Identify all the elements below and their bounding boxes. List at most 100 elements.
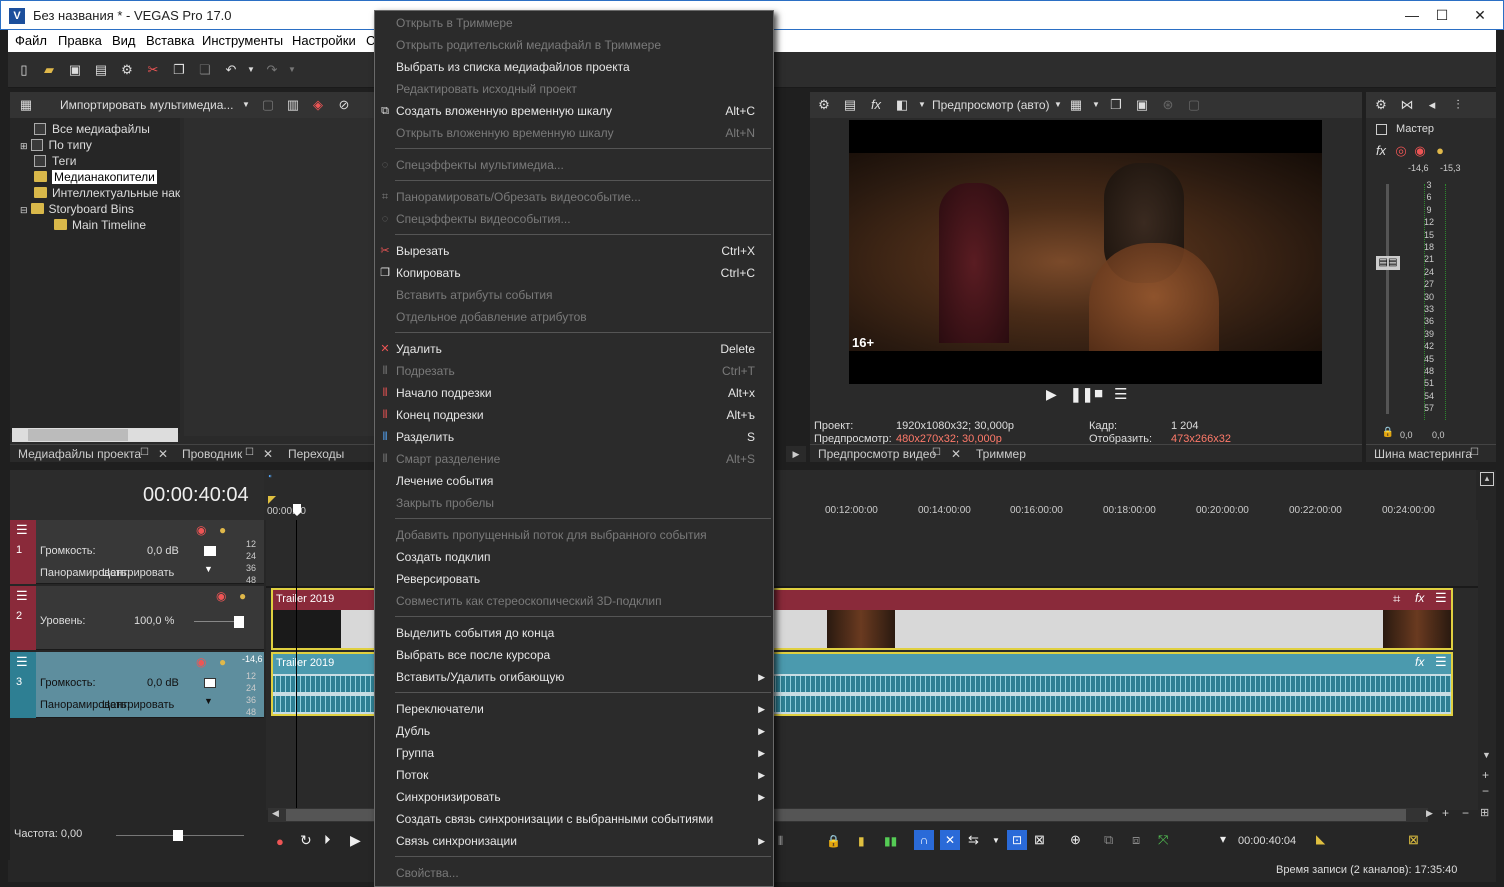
quality-dropdown-icon[interactable]: ▼ [1050,97,1066,113]
loop-playback-icon[interactable]: ↻ [300,832,312,849]
overlays-dropdown-icon[interactable]: ▼ [1088,97,1104,113]
clip-menu-icon[interactable]: ☰ [1435,590,1447,606]
tree-by-type[interactable]: ⊞ По типу [20,137,92,153]
properties-gear-icon[interactable]: ⚙ [119,62,135,78]
loop-marker-icon[interactable]: ⁌ [268,472,272,481]
capture-icon[interactable]: ▥ [285,97,301,113]
zoom-out-icon[interactable]: − [1482,784,1489,798]
track-solo-icon[interactable]: ● [219,655,226,669]
track-2-header[interactable]: ☰ 2 ◉ ● Уровень: 100,0 % [10,586,264,650]
rate-slider-handle[interactable] [173,830,183,841]
mute-icon[interactable]: ◉ [1412,143,1428,159]
auto-crossfade-icon[interactable]: ✕ [940,830,960,850]
open-folder-icon[interactable]: ▰ [41,62,57,78]
panel-scroll-right-icon[interactable]: ▶ [786,446,806,462]
menu-file[interactable]: Файл [15,33,47,48]
context-menu-item[interactable]: Создать подклип [375,546,773,568]
crop-icon[interactable]: ⌗ [1393,591,1400,607]
track-automation-icon[interactable]: ◉ [196,655,206,669]
redo-icon[interactable]: ↷ [264,62,280,78]
tab-undock-icon[interactable]: ☐ [1470,447,1479,458]
record-icon[interactable]: ● [276,834,284,849]
cut-icon[interactable]: ✂ [145,62,161,78]
context-menu-item[interactable]: Выделить события до конца [375,622,773,644]
menu-view[interactable]: Вид [112,33,136,48]
context-menu-item[interactable]: Выбрать из списка медиафайлов проекта [375,56,773,78]
save-as-icon[interactable]: ▤ [93,62,109,78]
expand-icon[interactable]: ⊞ [20,141,28,151]
no-media-icon[interactable]: ⊘ [336,97,352,113]
pan-slider[interactable]: ▼ [204,696,213,706]
media-fx-icon[interactable]: ◈ [310,97,326,113]
marker-insert-icon[interactable]: ▮ [858,834,865,848]
clip-menu-icon[interactable]: ☰ [1435,654,1447,670]
zoom-in-icon[interactable]: + [1482,768,1489,782]
context-menu-item[interactable]: ⫴ Конец подрезки Alt+ъ [375,404,773,426]
group-icon[interactable]: ⊠ [1034,832,1045,848]
copy-icon[interactable]: ❐ [171,62,187,78]
pause-button[interactable]: ❚❚ [1070,386,1093,403]
tab-undock-icon[interactable]: ☐ [245,447,254,458]
menu-edit[interactable]: Правка [58,33,102,48]
tab-undock-icon[interactable]: ☐ [932,447,941,458]
tab-video-preview[interactable]: Предпросмотр видео [818,447,936,461]
track-solo-icon[interactable]: ● [239,589,246,603]
track-menu-icon[interactable]: ☰ [16,522,28,538]
context-menu-item[interactable]: ⧉ Создать вложенную временную шкалу Alt+C [375,100,773,122]
paste-icon[interactable]: ❏ [197,62,213,78]
context-menu-item[interactable]: Дубль ▶ [375,720,773,742]
preview-settings-icon[interactable]: ⚙ [816,97,832,113]
scroll-left-icon[interactable]: ◀ [272,808,279,819]
preview-quality-dropdown[interactable]: Предпросмотр (авто) [932,98,1050,112]
tree-all-media[interactable]: Все медиафайлы [34,121,150,137]
undo-icon[interactable]: ↶ [223,62,239,78]
track-menu-icon[interactable]: ☰ [16,654,28,670]
context-menu-item[interactable]: ✂ Вырезать Ctrl+X [375,240,773,262]
collapse-icon[interactable]: ⊟ [20,205,28,215]
track-1-header[interactable]: ☰ 1 ◉ ● Громкость: 0,0 dB Панорамировать… [10,520,264,585]
stop-button[interactable]: ■ [1094,385,1103,402]
explorer-menu-icon[interactable]: ▦ [18,97,34,113]
menu-options[interactable]: Настройки [292,33,356,48]
split-screen-icon[interactable]: ◧ [894,97,910,113]
redo-dropdown-icon[interactable]: ▼ [284,62,300,78]
level-slider[interactable] [234,616,244,628]
lock-icon[interactable]: 🔒 [1380,425,1396,441]
import-media-button[interactable]: Импортировать мультимедиа... [60,98,233,112]
lock-envelopes-icon[interactable]: 🔒 [826,834,841,848]
save-icon[interactable]: ▣ [67,62,83,78]
master-fader-handle[interactable]: ▤▤ [1376,256,1400,270]
ripple-dropdown-icon[interactable]: ▼ [992,836,1000,845]
context-menu-item[interactable]: Переключатели ▶ [375,698,773,720]
volume-slider[interactable] [204,678,216,688]
hzoom-in-icon[interactable]: + [1442,806,1449,820]
snapping-icon[interactable]: ∩ [914,830,934,850]
mixer-icon[interactable]: ⫶ [1450,97,1466,113]
volume-slider[interactable] [204,546,216,556]
master-fx-icon[interactable]: fx [1373,143,1389,159]
tab-master-bus[interactable]: Шина мастеринга [1374,447,1472,461]
context-menu-item[interactable]: Связь синхронизации ▶ [375,830,773,852]
overlays-grid-icon[interactable]: ▦ [1068,97,1084,113]
scroll-right-icon[interactable]: ▶ [1426,808,1433,819]
dim-output-icon[interactable]: ◂ [1424,97,1440,113]
downmix-icon[interactable]: ⋈ [1399,97,1415,113]
master-settings-icon[interactable]: ⚙ [1373,97,1389,113]
track-3-header[interactable]: ☰ 3 ◉ ● -14,6 Громкость: 0,0 dB Панорами… [10,652,264,718]
context-menu-item[interactable]: Лечение события [375,470,773,492]
selection-tool-icon[interactable]: ⤧ [1158,832,1168,848]
scroll-thumb[interactable] [28,429,128,441]
tab-close-icon[interactable]: ✕ [263,447,273,461]
fit-icon[interactable]: ⊞ [1480,806,1489,819]
context-menu-item[interactable]: Вставить/Удалить огибающую ▶ [375,666,773,688]
preview-menu-button[interactable]: ☰ [1114,385,1127,403]
new-file-icon[interactable]: ▯ [16,62,32,78]
close-button[interactable]: ✕ [1457,1,1503,30]
context-menu-item[interactable]: Реверсировать [375,568,773,590]
context-menu-item[interactable]: ❐ Копировать Ctrl+C [375,262,773,284]
tree-tags[interactable]: Теги [34,153,76,169]
play-button[interactable]: ▶ [1046,386,1057,403]
loop-icon[interactable]: ⊛ [1160,97,1176,113]
external-monitor-icon[interactable]: ▤ [842,97,858,113]
track-automation-icon[interactable]: ◉ [216,589,226,603]
